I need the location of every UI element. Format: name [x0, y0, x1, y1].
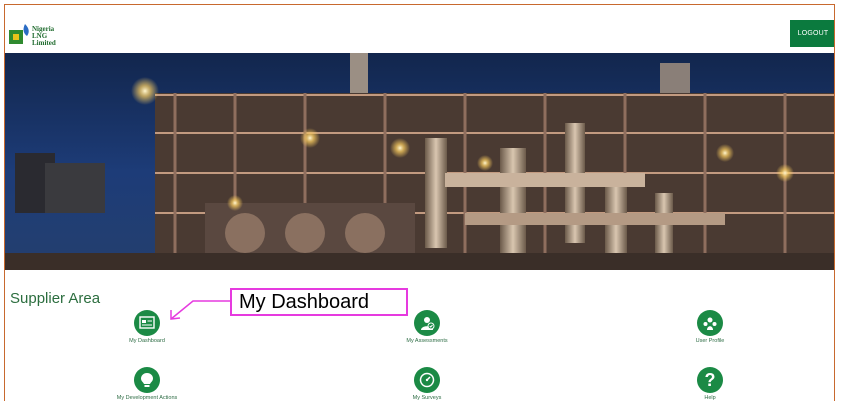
tile-label: User Profile: [695, 338, 725, 344]
logo-mark-icon: [9, 24, 29, 44]
hero-banner-image: [5, 53, 834, 270]
logout-button[interactable]: LOGOUT: [790, 20, 834, 47]
tile-label: My Development Actions: [116, 395, 178, 401]
tile-label: My Dashboard: [129, 338, 165, 344]
tile-user-profile[interactable]: User Profile: [645, 310, 775, 344]
nlng-logo[interactable]: Nigeria LNG Limited: [9, 12, 69, 48]
tile-label: My Assessments: [406, 338, 448, 344]
question-icon: ?: [697, 367, 723, 393]
page-frame: Nigeria LNG Limited LOGOUT Supplier Area…: [4, 4, 835, 401]
top-bar: Nigeria LNG Limited LOGOUT: [5, 5, 834, 53]
tile-my-development-actions[interactable]: My Development Actions: [82, 367, 212, 401]
user-profile-icon: [697, 310, 723, 336]
lightbulb-icon: [134, 367, 160, 393]
logo-text: Nigeria LNG Limited: [32, 25, 56, 47]
tile-label: Help: [704, 395, 716, 401]
tile-label: My Surveys: [412, 395, 442, 401]
tile-my-surveys[interactable]: My Surveys: [362, 367, 492, 401]
gauge-icon: [414, 367, 440, 393]
dashboard-icon: [134, 310, 160, 336]
section-title: Supplier Area: [10, 290, 101, 307]
callout-arrow: [170, 300, 230, 320]
assessments-icon: [414, 310, 440, 336]
tile-help[interactable]: ? Help: [645, 367, 775, 401]
annotation-callout: My Dashboard: [230, 288, 408, 316]
